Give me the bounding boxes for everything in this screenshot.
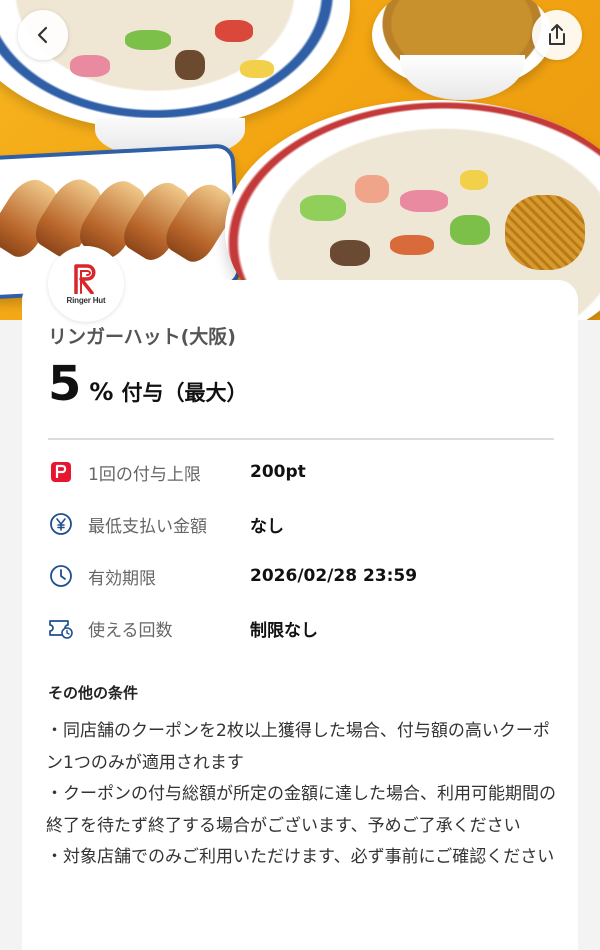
detail-row-usage-count: 使える回数 制限なし (48, 613, 554, 643)
detail-value: なし (250, 516, 284, 537)
topping (450, 215, 490, 245)
conditions-list: ・同店舗のクーポンを2枚以上獲得した場合、付与額の高いクーポン1つのみが適用され… (46, 716, 558, 874)
store-logo-text: Ringer Hut (66, 295, 106, 305)
coupon-detail-page: Ringer Hut リンガーハット(大阪) 5 % 付与（最大） 1回の付与上… (0, 0, 600, 950)
reward-rate-unit: % (89, 378, 114, 406)
fried-noodle-topping (505, 195, 585, 270)
topping (175, 50, 205, 80)
ticket-icon (48, 615, 74, 641)
detail-label: 有効期限 (88, 568, 156, 589)
topping (355, 175, 389, 203)
topping (390, 235, 434, 255)
clock-icon (48, 563, 74, 589)
detail-row-max-points: 1回の付与上限 200pt (48, 457, 554, 487)
topping (240, 60, 274, 78)
share-button[interactable] (532, 10, 582, 60)
topping (400, 190, 448, 212)
bowl-base (400, 55, 525, 100)
reward-rate: 5 % 付与（最大） (48, 356, 247, 412)
detail-value: 200pt (250, 462, 306, 482)
conditions-title: その他の条件 (48, 684, 139, 702)
condition-item: ・同店舗のクーポンを2枚以上獲得した場合、付与額の高いクーポン1つのみが適用され… (46, 721, 550, 773)
store-name: リンガーハット(大阪) (48, 326, 236, 348)
topping (330, 240, 370, 266)
detail-label: 1回の付与上限 (88, 464, 201, 485)
chevron-left-icon (37, 26, 48, 44)
detail-value: 2026/02/28 23:59 (250, 566, 418, 586)
yen-icon (48, 511, 74, 537)
paypay-icon (48, 459, 74, 485)
divider (48, 438, 554, 440)
condition-item: ・対象店舗でのみご利用いただけます、必ず事前にご確認ください (46, 847, 555, 867)
reward-rate-number: 5 (48, 356, 82, 412)
back-button[interactable] (18, 10, 68, 60)
detail-row-min-payment: 最低支払い金額 なし (48, 509, 554, 539)
topping (215, 20, 253, 42)
topping (300, 195, 346, 221)
share-icon (549, 24, 565, 45)
detail-value: 制限なし (250, 620, 318, 641)
detail-label: 使える回数 (88, 620, 173, 641)
reward-rate-label: 付与（最大） (121, 381, 248, 405)
topping (460, 170, 488, 190)
detail-label: 最低支払い金額 (88, 516, 207, 537)
condition-item: ・クーポンの付与総額が所定の金額に達した場合、利用可能期間の終了を待たず終了する… (46, 784, 556, 836)
detail-row-expiry: 有効期限 2026/02/28 23:59 (48, 561, 554, 591)
store-logo: Ringer Hut (48, 246, 124, 322)
topping (125, 30, 171, 50)
ringer-hut-logo-icon (74, 263, 96, 294)
topping (70, 55, 110, 77)
